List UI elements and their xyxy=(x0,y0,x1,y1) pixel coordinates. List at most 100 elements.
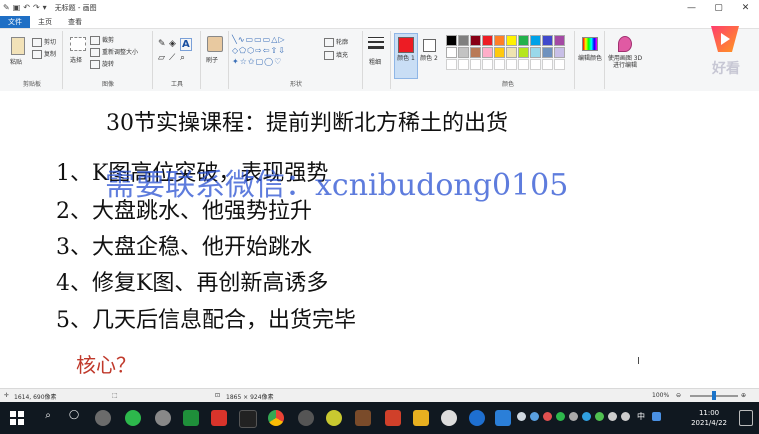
tray-icon-7[interactable] xyxy=(595,412,604,421)
palette-swatch[interactable] xyxy=(530,35,541,46)
palette-custom-slot[interactable] xyxy=(518,59,529,70)
resize-button[interactable]: 重新调整大小 xyxy=(90,47,138,57)
palette-swatch[interactable] xyxy=(458,35,469,46)
select-button[interactable]: 选择 xyxy=(70,55,82,64)
paste-button[interactable]: 粘贴 xyxy=(10,57,22,66)
taskbar-app9-icon[interactable] xyxy=(326,410,342,426)
crop-button[interactable]: 裁剪 xyxy=(90,35,114,45)
palette-swatch[interactable] xyxy=(554,47,565,58)
palette-swatch[interactable] xyxy=(530,47,541,58)
taskbar-app5-icon[interactable] xyxy=(211,410,227,426)
fill-shape-button[interactable]: 填充 xyxy=(324,50,348,60)
tab-file[interactable]: 文件 xyxy=(0,16,30,28)
palette-swatch[interactable] xyxy=(494,47,505,58)
cut-button[interactable]: 剪切 xyxy=(32,37,56,47)
wechat-icon[interactable] xyxy=(125,410,141,426)
quick-access-toolbar: ✎ ▣ ↶ ↷ ▾ xyxy=(0,0,47,16)
undo-icon[interactable]: ↶ xyxy=(23,0,30,16)
palette-swatch[interactable] xyxy=(482,47,493,58)
qq-icon[interactable] xyxy=(239,410,257,428)
tray-chevron-icon[interactable] xyxy=(569,412,578,421)
pencil-icon[interactable]: ✎ xyxy=(158,39,166,49)
palette-custom-slot[interactable] xyxy=(446,59,457,70)
tray-icon-2[interactable] xyxy=(530,412,539,421)
zoom-in-icon[interactable]: ⊕ xyxy=(741,392,746,399)
palette-custom-slot[interactable] xyxy=(554,59,565,70)
shapes-gallery-row3-icon[interactable]: ✦☆✩▢◯♡ xyxy=(232,57,282,66)
eraser-icon[interactable]: ▱ xyxy=(158,53,165,63)
tray-volume-icon[interactable] xyxy=(621,412,630,421)
palette-custom-slot[interactable] xyxy=(530,59,541,70)
windows-start-icon[interactable] xyxy=(10,411,24,425)
chrome-icon[interactable] xyxy=(268,410,284,426)
customize-chevron-icon[interactable]: ▾ xyxy=(43,0,47,16)
text-icon[interactable]: A xyxy=(180,38,192,51)
taskbar-app10-icon[interactable] xyxy=(355,410,371,426)
palette-custom-slot[interactable] xyxy=(482,59,493,70)
window-title: 无标题 - 画图 xyxy=(54,4,97,12)
palette-swatch[interactable] xyxy=(470,47,481,58)
tray-icon-6[interactable] xyxy=(582,412,591,421)
taskbar-app15-icon[interactable] xyxy=(495,410,511,426)
zoom-out-icon[interactable]: ⊖ xyxy=(676,392,681,399)
tab-view[interactable]: 查看 xyxy=(60,16,90,28)
maximize-button[interactable]: ▢ xyxy=(705,0,732,16)
tray-wechat-icon[interactable] xyxy=(556,412,565,421)
taskbar: ⌕ ◯ 中 11:00 2021/4/22 xyxy=(0,402,759,434)
brushes-button[interactable]: 刷子 xyxy=(206,55,218,64)
close-button[interactable]: ✕ xyxy=(732,0,759,16)
palette-swatch[interactable] xyxy=(518,47,529,58)
paint3d-button[interactable]: 使用画图 3D 进行编辑 xyxy=(606,55,644,69)
notification-icon[interactable] xyxy=(739,410,753,426)
color2-swatch[interactable] xyxy=(423,39,436,52)
palette-swatch[interactable] xyxy=(506,35,517,46)
tray-icon-3[interactable] xyxy=(543,412,552,421)
taskbar-clock[interactable]: 11:00 2021/4/22 xyxy=(691,408,727,428)
palette-swatch[interactable] xyxy=(554,35,565,46)
input-language[interactable]: 中 xyxy=(637,411,645,422)
palette-swatch[interactable] xyxy=(458,47,469,58)
shapes-gallery-row2-icon[interactable]: ◇⬠⬡⇨⇦⇧⇩ xyxy=(232,46,286,55)
palette-custom-slot[interactable] xyxy=(470,59,481,70)
palette-swatch[interactable] xyxy=(506,47,517,58)
minimize-button[interactable]: — xyxy=(678,0,705,16)
redo-icon[interactable]: ↷ xyxy=(33,0,40,16)
paint-taskbar-icon[interactable] xyxy=(385,410,401,426)
taskbar-app14-icon[interactable] xyxy=(469,410,485,426)
palette-custom-slot[interactable] xyxy=(494,59,505,70)
palette-swatch[interactable] xyxy=(518,35,529,46)
magnifier-icon[interactable]: ⌕ xyxy=(180,53,185,63)
palette-swatch[interactable] xyxy=(542,35,553,46)
color-picker-icon[interactable]: ⟋ xyxy=(169,53,175,63)
tray-network-icon[interactable] xyxy=(608,412,617,421)
tab-home[interactable]: 主页 xyxy=(30,16,60,28)
rotate-button[interactable]: 旋转 xyxy=(90,59,114,69)
search-icon[interactable]: ⌕ xyxy=(40,410,56,426)
copy-button[interactable]: 复制 xyxy=(32,49,56,59)
task-view-icon[interactable]: ◯ xyxy=(66,410,82,426)
taskbar-app4-icon[interactable] xyxy=(183,410,199,426)
taskbar-app8-icon[interactable] xyxy=(298,410,314,426)
size-button[interactable]: 粗细 xyxy=(369,57,381,66)
outline-button[interactable]: 轮廓 xyxy=(324,37,348,47)
palette-swatch[interactable] xyxy=(494,35,505,46)
palette-custom-slot[interactable] xyxy=(542,59,553,70)
tray-input-icon[interactable] xyxy=(652,412,661,421)
taskbar-app3-icon[interactable] xyxy=(155,410,171,426)
palette-swatch[interactable] xyxy=(446,47,457,58)
palette-swatch[interactable] xyxy=(446,35,457,46)
file-explorer-icon[interactable] xyxy=(413,410,429,426)
taskbar-app1-icon[interactable] xyxy=(95,410,111,426)
taskbar-app13-icon[interactable] xyxy=(441,410,457,426)
tray-shield-icon[interactable] xyxy=(517,412,526,421)
palette-custom-slot[interactable] xyxy=(458,59,469,70)
shapes-gallery-row1-icon[interactable]: ╲∿▭▭▭△▷ xyxy=(232,35,286,44)
palette-swatch[interactable] xyxy=(482,35,493,46)
zoom-slider-thumb[interactable] xyxy=(712,391,716,400)
palette-custom-slot[interactable] xyxy=(506,59,517,70)
palette-swatch[interactable] xyxy=(542,47,553,58)
palette-swatch[interactable] xyxy=(470,35,481,46)
save-icon[interactable]: ▣ xyxy=(13,0,21,16)
fill-icon[interactable]: ◈ xyxy=(169,39,176,49)
edit-colors-button[interactable]: 编辑颜色 xyxy=(577,55,603,62)
